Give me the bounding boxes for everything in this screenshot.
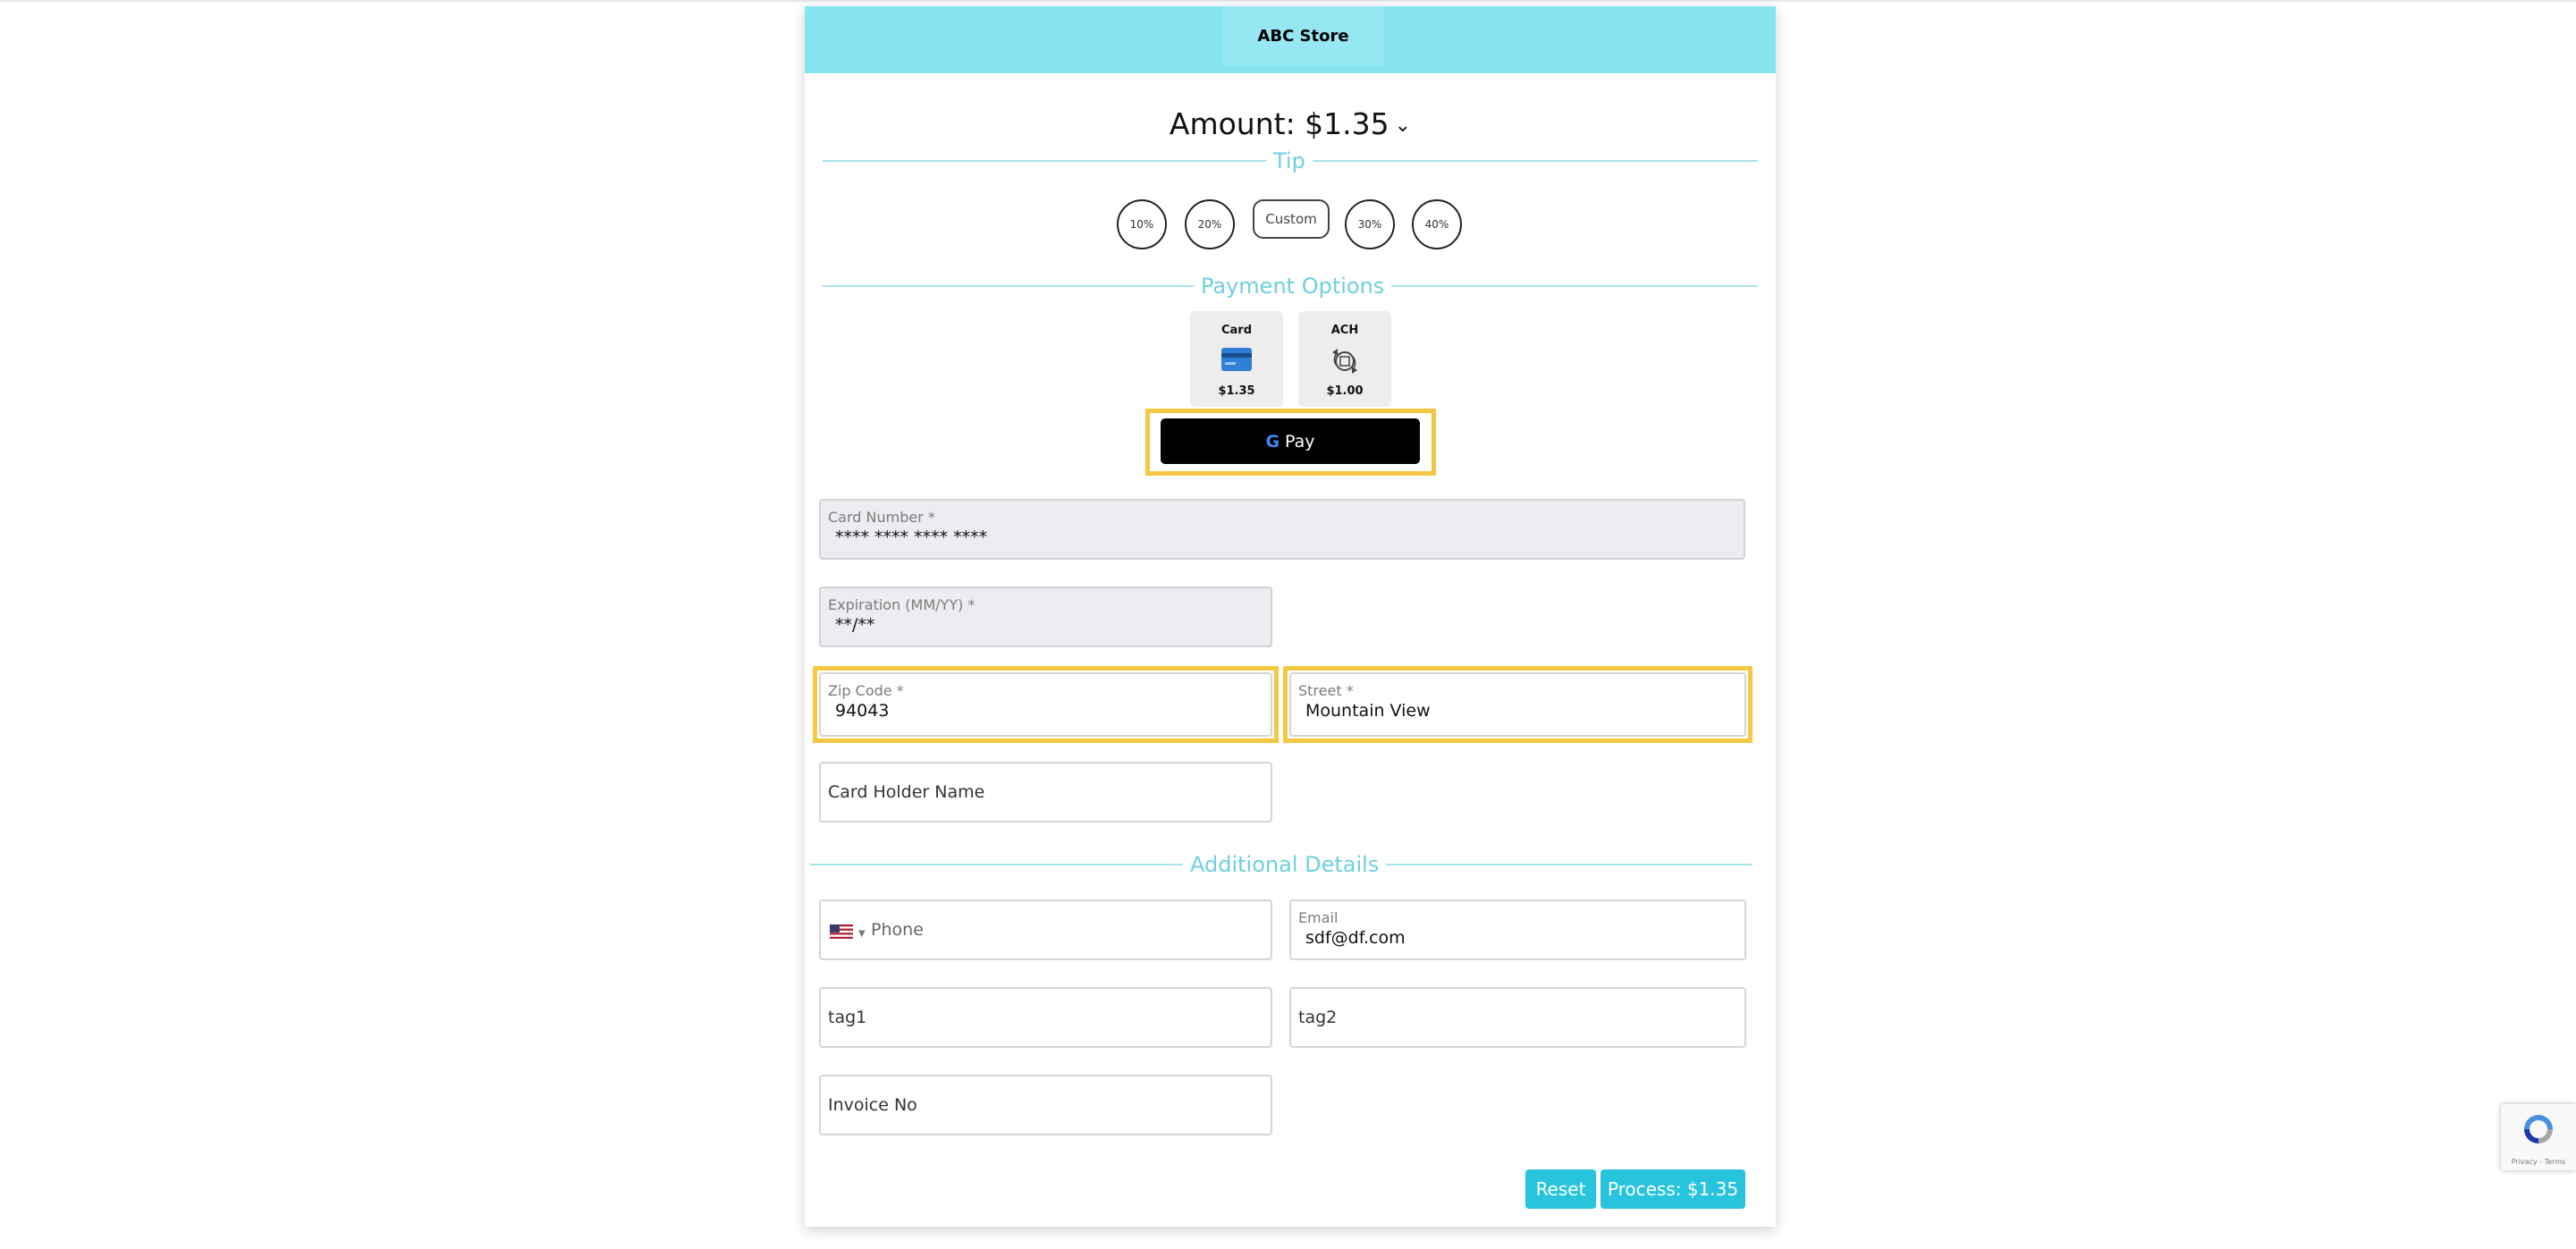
recaptcha-badge[interactable]: Privacy - Terms — [2501, 1104, 2576, 1170]
reset-button[interactable]: Reset — [1525, 1169, 1596, 1209]
tag2-field[interactable]: tag2 — [1289, 987, 1746, 1048]
payment-card: ABC Store Amount: $1.35 ⌄ Tip 10% 20% Cus… — [805, 6, 1776, 1227]
email-label: Email — [1298, 909, 1339, 926]
payment-option-card-name: Card — [1220, 324, 1253, 337]
expiration-label: Expiration (MM/YY) * — [828, 596, 976, 613]
payment-options-title: Payment Options — [1194, 273, 1392, 300]
recaptcha-icon — [2521, 1111, 2556, 1151]
email-value: sdf@df.com — [1305, 928, 1406, 948]
street-value: Mountain View — [1305, 701, 1431, 721]
zip-code-field[interactable]: Zip Code * 94043 — [819, 672, 1272, 737]
tag1-placeholder: tag1 — [828, 1008, 867, 1027]
payment-option-ach-name: ACH — [1330, 324, 1359, 337]
recaptcha-privacy-terms[interactable]: Privacy - Terms — [2501, 1158, 2576, 1166]
expiration-field[interactable]: Expiration (MM/YY) * **/** — [819, 587, 1272, 647]
payment-option-ach-price: $1.00 — [1326, 384, 1364, 398]
top-divider — [0, 0, 2576, 2]
google-g-icon: G — [1265, 431, 1280, 451]
store-name: ABC Store — [1222, 6, 1384, 65]
google-pay-button[interactable]: G Pay — [1161, 418, 1420, 464]
card-number-label: Card Number * — [828, 509, 935, 526]
zip-code-value: 94043 — [835, 701, 890, 721]
invoice-no-placeholder: Invoice No — [828, 1095, 917, 1115]
email-field[interactable]: Email sdf@df.com — [1289, 899, 1746, 960]
tip-section-title: Tip — [1266, 148, 1313, 174]
chevron-down-icon: ⌄ — [1394, 114, 1412, 137]
us-flag-icon — [830, 924, 853, 942]
card-holder-name-placeholder: Card Holder Name — [828, 782, 985, 802]
payment-option-ach[interactable]: ACH $1.00 — [1298, 311, 1391, 407]
google-pay-label: Pay — [1285, 431, 1315, 451]
tag2-placeholder: tag2 — [1298, 1008, 1338, 1027]
street-field[interactable]: Street * Mountain View — [1289, 672, 1746, 737]
tag1-field[interactable]: tag1 — [819, 987, 1272, 1048]
street-label: Street * — [1298, 682, 1354, 699]
amount-selector[interactable]: Amount: $1.35 ⌄ — [805, 105, 1776, 146]
process-button[interactable]: Process: $1.35 — [1600, 1169, 1745, 1209]
invoice-no-field[interactable]: Invoice No — [819, 1075, 1272, 1135]
bank-transfer-icon — [1329, 347, 1361, 379]
card-holder-name-field[interactable]: Card Holder Name — [819, 762, 1272, 823]
expiration-value: **/** — [835, 615, 875, 635]
payment-option-card[interactable]: Card $1.35 — [1190, 311, 1283, 407]
tip-custom-button[interactable]: Custom — [1253, 199, 1330, 239]
phone-field[interactable]: ▼ Phone — [819, 899, 1272, 960]
tip-40-button[interactable]: 40% — [1412, 199, 1462, 249]
card-number-value: **** **** **** **** — [835, 527, 988, 547]
tip-10-button[interactable]: 10% — [1117, 199, 1167, 249]
zip-code-label: Zip Code * — [828, 682, 904, 699]
additional-details-title: Additional Details — [1183, 851, 1387, 878]
payment-option-card-price: $1.35 — [1218, 384, 1255, 398]
country-selector[interactable]: ▼ — [830, 924, 866, 942]
tip-30-button[interactable]: 30% — [1345, 199, 1395, 249]
credit-card-icon — [1220, 347, 1253, 376]
tip-20-button[interactable]: 20% — [1185, 199, 1235, 249]
card-number-field[interactable]: Card Number * **** **** **** **** — [819, 499, 1745, 560]
caret-down-icon: ▼ — [858, 928, 866, 939]
amount-label: Amount: $1.35 — [1169, 106, 1389, 141]
store-header: ABC Store — [805, 6, 1776, 73]
phone-placeholder: Phone — [871, 920, 924, 940]
